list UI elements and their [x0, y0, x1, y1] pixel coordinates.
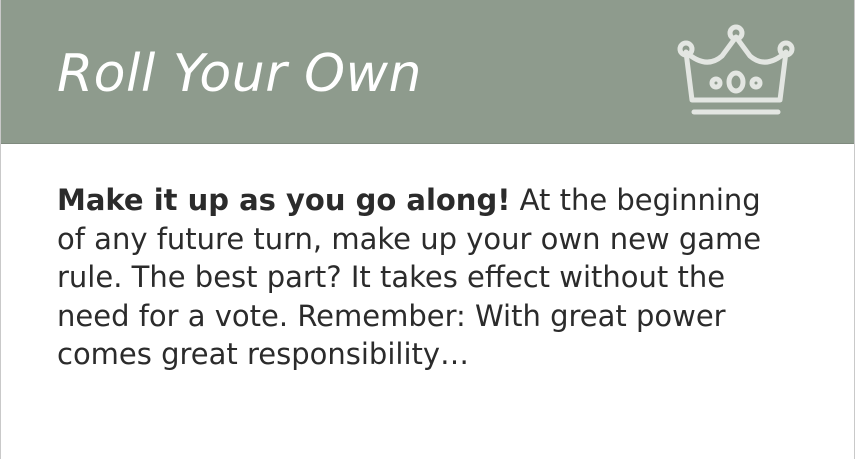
- crown-icon: [677, 24, 795, 115]
- card-header: Roll Your Own: [1, 0, 854, 144]
- card-lead: Make it up as you go along!: [57, 183, 511, 217]
- card-title: Roll Your Own: [57, 44, 423, 104]
- card-description: Make it up as you go along! At the begin…: [57, 181, 797, 374]
- rule-card: Roll Your Own Make it up as you go along…: [0, 0, 855, 459]
